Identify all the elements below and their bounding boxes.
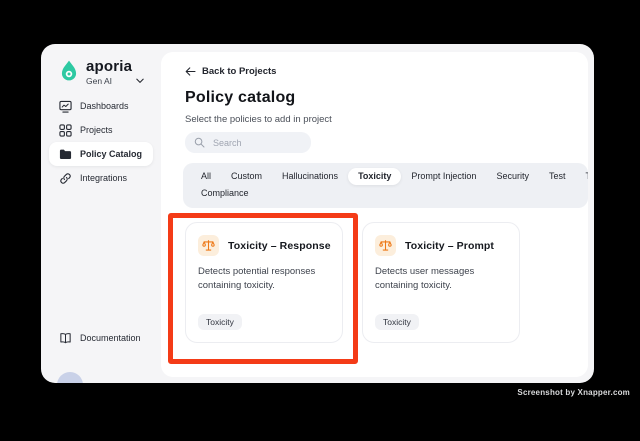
projects-icon (59, 123, 72, 137)
page-subtitle: Select the policies to add in project (185, 114, 332, 125)
sidebar-item-label: Documentation (80, 333, 141, 343)
card-description: Detects potential responses containing t… (198, 266, 316, 292)
card-tag: Toxicity (198, 314, 242, 330)
main-panel: Back to Projects Policy catalog Select t… (161, 52, 588, 377)
filter-tabs: All Custom Hallucinations Toxicity Promp… (183, 163, 588, 208)
workspace-switcher[interactable]: Gen AI (86, 76, 144, 86)
sidebar-item-dashboards[interactable]: Dashboards (49, 94, 153, 118)
policy-card-toxicity-response[interactable]: Toxicity – Response Detects potential re… (185, 222, 343, 343)
search-input[interactable] (211, 136, 305, 149)
card-description: Detects user messages containing toxicit… (375, 266, 475, 292)
page-title: Policy catalog (185, 89, 296, 106)
sidebar: aporia Gen AI Dashboards Projects Policy… (41, 44, 161, 383)
sidebar-item-label: Projects (80, 125, 113, 135)
tab-topics[interactable]: Topics (575, 168, 588, 185)
sidebar-item-projects[interactable]: Projects (49, 118, 153, 142)
sidebar-nav: Dashboards Projects Policy Catalog Integ… (49, 94, 153, 190)
policy-card-toxicity-prompt[interactable]: Toxicity – Prompt Detects user messages … (362, 222, 520, 343)
screenshot-canvas: { "sidebar": { "brand": { "name": "apori… (0, 0, 640, 441)
brand-text: aporia Gen AI (86, 59, 144, 86)
aporia-drop-icon (59, 59, 79, 83)
sidebar-item-label: Integrations (80, 173, 128, 183)
workspace-label: Gen AI (86, 76, 112, 86)
avatar[interactable] (57, 372, 83, 383)
tab-prompt-injection[interactable]: Prompt Injection (401, 168, 486, 185)
scales-icon (375, 235, 396, 256)
card-tag: Toxicity (375, 314, 419, 330)
filter-tabs-row-2: Compliance (191, 185, 580, 202)
chevron-down-icon (136, 78, 144, 84)
sidebar-item-label: Policy Catalog (80, 149, 143, 159)
filter-tabs-row-1: All Custom Hallucinations Toxicity Promp… (191, 168, 588, 185)
sidebar-item-documentation[interactable]: Documentation (49, 326, 153, 350)
tab-compliance[interactable]: Compliance (191, 185, 259, 202)
dashboards-icon (59, 100, 72, 113)
sidebar-item-policy-catalog[interactable]: Policy Catalog (49, 142, 153, 166)
watermark-text: Screenshot by Xnapper.com (517, 388, 630, 397)
sidebar-footer: Documentation (49, 326, 153, 350)
card-header: Toxicity – Prompt (375, 235, 507, 256)
search-icon (194, 137, 205, 148)
card-title: Toxicity – Response (228, 239, 331, 252)
folder-icon (59, 148, 72, 161)
card-title: Toxicity – Prompt (405, 239, 495, 252)
brand: aporia Gen AI (59, 59, 144, 86)
card-header: Toxicity – Response (198, 235, 331, 256)
tab-custom[interactable]: Custom (221, 168, 272, 185)
back-to-projects-link[interactable]: Back to Projects (185, 66, 276, 77)
arrow-left-icon (185, 67, 196, 76)
book-icon (59, 332, 72, 345)
sidebar-item-label: Dashboards (80, 101, 129, 111)
back-link-label: Back to Projects (202, 66, 277, 77)
scales-icon (198, 235, 219, 256)
sidebar-item-integrations[interactable]: Integrations (49, 166, 153, 190)
policy-cards: Toxicity – Response Detects potential re… (185, 222, 520, 343)
tab-security[interactable]: Security (486, 168, 539, 185)
tab-hallucinations[interactable]: Hallucinations (272, 168, 348, 185)
tab-test[interactable]: Test (539, 168, 576, 185)
tab-all[interactable]: All (191, 168, 221, 185)
brand-name: aporia (86, 58, 133, 75)
tab-toxicity[interactable]: Toxicity (348, 168, 402, 185)
link-icon (59, 172, 72, 185)
app-window: aporia Gen AI Dashboards Projects Policy… (41, 44, 594, 383)
search-box (185, 132, 311, 153)
